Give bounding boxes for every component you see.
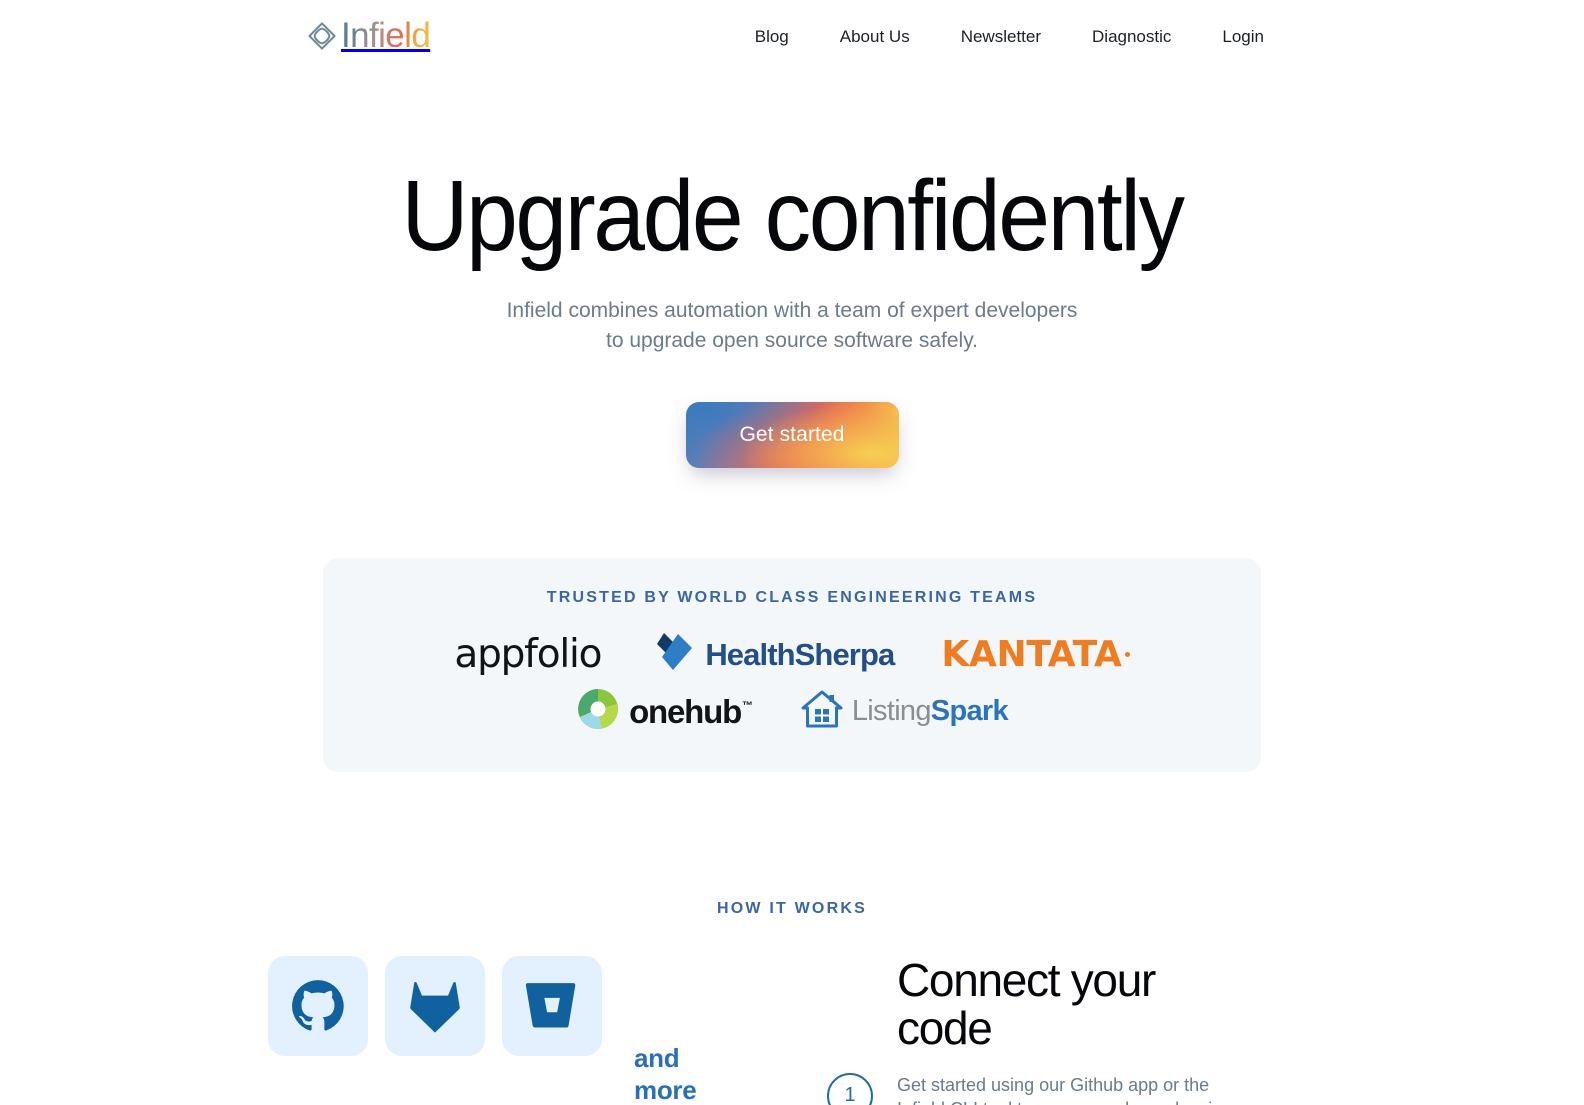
- client-logo-healthsherpa: HealthSherpa: [648, 630, 895, 679]
- client-logo-row-2: onehub™ Listing Spark: [323, 687, 1261, 736]
- integration-tiles-grid: [268, 956, 728, 1056]
- nav-link-about-us[interactable]: About Us: [840, 27, 910, 47]
- how-it-works-section: and more Connect your code 1 Get started…: [0, 956, 1584, 1105]
- hero-subtitle-line-2: to upgrade open source software safely.: [605, 329, 978, 352]
- nav-link-blog[interactable]: Blog: [755, 27, 789, 47]
- nav-link-login[interactable]: Login: [1222, 27, 1264, 47]
- client-logo-row-1: appfolio HealthSherpa KANTATA: [323, 630, 1261, 679]
- integration-tile-github[interactable]: [268, 956, 368, 1056]
- kantata-dot-icon: [1124, 652, 1130, 657]
- page-title: Upgrade confidently: [401, 160, 1185, 272]
- client-logo-listingspark: Listing Spark: [800, 688, 1009, 735]
- steps-column: Connect your code 1 Get started using ou…: [823, 956, 1253, 1105]
- step-title: Connect your code: [897, 954, 1156, 1055]
- step-number-badge: 1: [827, 1072, 873, 1105]
- nav-link-newsletter[interactable]: Newsletter: [961, 27, 1041, 47]
- house-icon: [800, 688, 844, 735]
- client-logo-onehub: onehub™: [576, 687, 753, 736]
- trusted-by-heading: TRUSTED BY WORLD CLASS ENGINEERING TEAMS: [546, 589, 1038, 606]
- bitbucket-icon: [524, 979, 580, 1033]
- cta-container: Get started: [0, 402, 1584, 468]
- gitlab-icon: [406, 978, 464, 1034]
- get-started-button[interactable]: Get started: [685, 402, 899, 468]
- integration-tile-bitbucket[interactable]: [502, 956, 602, 1056]
- client-logo-appfolio: appfolio: [454, 632, 602, 677]
- how-it-works-label: HOW IT WORKS: [717, 900, 867, 917]
- step-marker: 1: [823, 1072, 877, 1105]
- hero-section: Upgrade confidently Infield combines aut…: [0, 80, 1584, 468]
- site-logo[interactable]: Infield: [307, 16, 431, 55]
- main-navigation: Blog About Us Newsletter Diagnostic Logi…: [755, 27, 1264, 47]
- infield-diamond-logo: [307, 21, 337, 51]
- step-description: Get started using our Github app or the …: [897, 1074, 1231, 1105]
- logo-wordmark: Infield: [341, 16, 431, 55]
- trusted-by-panel: TRUSTED BY WORLD CLASS ENGINEERING TEAMS…: [323, 558, 1261, 772]
- site-header: Infield Blog About Us Newsletter Diagnos…: [0, 0, 1584, 80]
- healthsherpa-diamond-icon: [648, 630, 698, 679]
- integration-tile-gitlab[interactable]: [385, 956, 485, 1056]
- and-more-label: and more: [634, 1043, 697, 1105]
- client-logo-kantata: KANTATA: [941, 634, 1130, 675]
- hero-subtitle-line-1: Infield combines automation with a team …: [506, 299, 1078, 322]
- nav-link-diagnostic[interactable]: Diagnostic: [1092, 27, 1171, 47]
- hero-subtitle: Infield combines automation with a team …: [0, 296, 1584, 356]
- integration-tiles-column: and more: [268, 956, 728, 1105]
- onehub-circle-icon: [576, 687, 620, 736]
- github-icon: [289, 977, 347, 1035]
- step-item: 1 Get started using our Github app or th…: [823, 1072, 1253, 1105]
